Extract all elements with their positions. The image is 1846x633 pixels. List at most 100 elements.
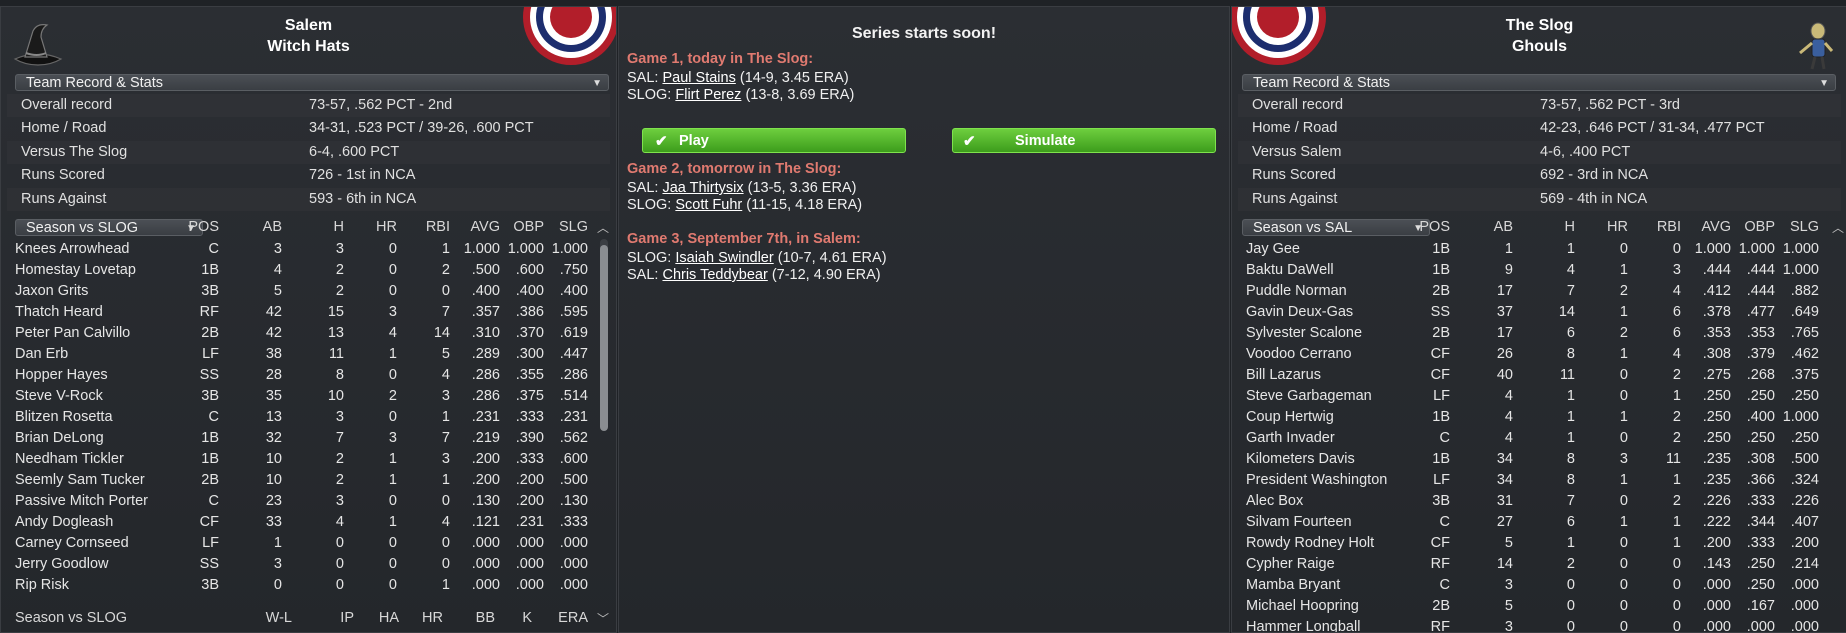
- batting-scrollbar[interactable]: [600, 239, 608, 431]
- player-name[interactable]: Gavin Deux-Gas: [1246, 302, 1353, 323]
- player-name[interactable]: Alec Box: [1246, 491, 1303, 512]
- table-row[interactable]: Passive Mitch Porter C 23 3 0 0 .130 .200 .130: [7, 491, 597, 512]
- player-name[interactable]: Hopper Hayes: [15, 365, 108, 386]
- player-name[interactable]: Seemly Sam Tucker: [15, 470, 145, 491]
- table-row[interactable]: Cypher Raige RF 14 2 0 0 .143 .250 .214: [1238, 554, 1828, 575]
- player-name[interactable]: Needham Tickler: [15, 449, 124, 470]
- column-header[interactable]: HA: [379, 608, 399, 629]
- pitcher-link[interactable]: Chris Teddybear: [662, 267, 767, 283]
- column-header[interactable]: W-L: [266, 608, 292, 629]
- table-row[interactable]: Puddle Norman 2B 17 7 2 4 .412 .444 .882: [1238, 281, 1828, 302]
- table-row[interactable]: Alec Box 3B 31 7 0 2 .226 .333 .226: [1238, 491, 1828, 512]
- team-record-dropdown[interactable]: Team Record & Stats ▼: [1242, 74, 1836, 91]
- table-row[interactable]: Seemly Sam Tucker 2B 10 2 1 1 .200 .200 .500: [7, 470, 597, 491]
- player-name[interactable]: Puddle Norman: [1246, 281, 1347, 302]
- column-header[interactable]: HR: [376, 217, 397, 238]
- column-header[interactable]: SLG: [559, 217, 588, 238]
- player-name[interactable]: Garth Invader: [1246, 428, 1335, 449]
- column-header[interactable]: IP: [340, 608, 354, 629]
- table-row[interactable]: Hopper Hayes SS 28 8 0 4 .286 .355 .286: [7, 365, 597, 386]
- column-header[interactable]: RBI: [426, 217, 450, 238]
- player-name[interactable]: President Washington: [1246, 470, 1387, 491]
- player-name[interactable]: Thatch Heard: [15, 302, 103, 323]
- table-row[interactable]: Garth Invader C 4 1 0 2 .250 .250 .250: [1238, 428, 1828, 449]
- player-name[interactable]: Bill Lazarus: [1246, 365, 1321, 386]
- player-name[interactable]: Peter Pan Calvillo: [15, 323, 130, 344]
- table-row[interactable]: President Washington LF 34 8 1 1 .235 .366 .324: [1238, 470, 1828, 491]
- play-button[interactable]: ✔ Play: [642, 128, 906, 153]
- player-name[interactable]: Rowdy Rodney Holt: [1246, 533, 1374, 554]
- player-name[interactable]: Silvam Fourteen: [1246, 512, 1352, 533]
- column-header[interactable]: AVG: [470, 217, 500, 238]
- table-row[interactable]: Sylvester Scalone 2B 17 6 2 6 .353 .353 .765: [1238, 323, 1828, 344]
- player-name[interactable]: Kilometers Davis: [1246, 449, 1355, 470]
- pitcher-link[interactable]: Paul Stains: [662, 70, 735, 86]
- column-header[interactable]: HR: [422, 608, 443, 629]
- table-row[interactable]: Carney Cornseed LF 1 0 0 0 .000 .000 .000: [7, 533, 597, 554]
- player-name[interactable]: Baktu DaWell: [1246, 260, 1334, 281]
- player-name[interactable]: Cypher Raige: [1246, 554, 1335, 575]
- table-row[interactable]: Dan Erb LF 38 11 1 5.289.300.447: [7, 344, 597, 365]
- player-name[interactable]: Jay Gee: [1246, 239, 1300, 260]
- table-row[interactable]: Gavin Deux-Gas SS 37 14 1 6 .378 .477 .649: [1238, 302, 1828, 323]
- column-header[interactable]: HR: [1607, 217, 1628, 238]
- simulate-button[interactable]: ✔ Simulate: [952, 128, 1216, 153]
- table-row[interactable]: Coup Hertwig 1B 4 1 1 2 .250 .400 1.000: [1238, 407, 1828, 428]
- table-row[interactable]: Jaxon Grits 3B 5 2 0 0 .400 .400 .400: [7, 281, 597, 302]
- table-row[interactable]: Jay Gee 1B 1 1 0 0 1.000 1.000 1.000: [1238, 239, 1828, 260]
- table-row[interactable]: Baktu DaWell 1B 9 4 1 3 .444 .444 1.000: [1238, 260, 1828, 281]
- table-row[interactable]: Mamba Bryant C 3 0 0 0 .000 .250 .000: [1238, 575, 1828, 596]
- table-row[interactable]: Thatch Heard RF 42 15 3 7 .357 .386 .595: [7, 302, 597, 323]
- player-name[interactable]: Voodoo Cerrano: [1246, 344, 1352, 365]
- column-header[interactable]: AVG: [1701, 217, 1731, 238]
- player-name[interactable]: Blitzen Rosetta: [15, 407, 113, 428]
- column-header[interactable]: K: [522, 608, 532, 629]
- column-header[interactable]: H: [334, 217, 344, 238]
- column-header[interactable]: H: [1565, 217, 1575, 238]
- table-row[interactable]: Michael Hoopring 2B 5 0 0 0 .000 .167 .000: [1238, 596, 1828, 617]
- player-name[interactable]: Steve V-Rock: [15, 386, 103, 407]
- pitcher-link[interactable]: Jaa Thirtysix: [662, 180, 743, 196]
- table-row[interactable]: Rip Risk 3B 0 0 0 1 .000 .000 .000: [7, 575, 597, 596]
- table-row[interactable]: Steve Garbageman LF 4 1 0 1 .250 .250 .250: [1238, 386, 1828, 407]
- column-header[interactable]: ERA: [558, 608, 588, 629]
- player-name[interactable]: Rip Risk: [15, 575, 69, 596]
- player-name[interactable]: Jaxon Grits: [15, 281, 88, 302]
- column-header[interactable]: OBP: [1744, 217, 1775, 238]
- scroll-up-icon[interactable]: ︿: [597, 219, 609, 236]
- player-name[interactable]: Mamba Bryant: [1246, 575, 1340, 596]
- column-header[interactable]: AB: [263, 217, 282, 238]
- scroll-down-icon[interactable]: ﹀: [597, 610, 609, 627]
- pitcher-link[interactable]: Isaiah Swindler: [675, 250, 773, 266]
- table-row[interactable]: Silvam Fourteen C 27 6 1 1 .222 .344 .407: [1238, 512, 1828, 533]
- player-name[interactable]: Homestay Lovetap: [15, 260, 136, 281]
- player-name[interactable]: Andy Dogleash: [15, 512, 113, 533]
- player-name[interactable]: Carney Cornseed: [15, 533, 129, 554]
- column-header[interactable]: POS: [188, 217, 219, 238]
- table-row[interactable]: Jerry Goodlow SS 3 0 0 0 .000 .000 .000: [7, 554, 597, 575]
- table-row[interactable]: Voodoo Cerrano CF 26 8 1 4 .308 .379 .462: [1238, 344, 1828, 365]
- table-row[interactable]: Steve V-Rock 3B 35 10 2 3 .286 .375 .514: [7, 386, 597, 407]
- table-row[interactable]: Rowdy Rodney Holt CF 5 1 0 1 .200 .333 .200: [1238, 533, 1828, 554]
- column-header[interactable]: SLG: [1790, 217, 1819, 238]
- player-name[interactable]: Brian DeLong: [15, 428, 104, 449]
- pitcher-link[interactable]: Scott Fuhr: [675, 197, 742, 213]
- column-header[interactable]: POS: [1419, 217, 1450, 238]
- table-row[interactable]: Peter Pan Calvillo 2B 42 13 4 14 .310 .370 .619: [7, 323, 597, 344]
- table-row[interactable]: Needham Tickler 1B 10 2 1 3 .200 .333 .600: [7, 449, 597, 470]
- table-row[interactable]: Kilometers Davis 1B 34 8 3 11 .235 .308 .500: [1238, 449, 1828, 470]
- player-name[interactable]: Passive Mitch Porter: [15, 491, 148, 512]
- table-row[interactable]: Brian DeLong 1B 32 7 3 7 .219 .390 .562: [7, 428, 597, 449]
- table-row[interactable]: Andy Dogleash CF 33 4 1 4 .121 .231 .333: [7, 512, 597, 533]
- table-row[interactable]: Bill Lazarus CF 40 11 0 2 .275 .268 .375: [1238, 365, 1828, 386]
- column-header[interactable]: OBP: [513, 217, 544, 238]
- player-name[interactable]: Dan Erb: [15, 344, 68, 365]
- column-header[interactable]: AB: [1494, 217, 1513, 238]
- player-name[interactable]: Jerry Goodlow: [15, 554, 108, 575]
- team-record-dropdown[interactable]: Team Record & Stats ▼: [15, 74, 609, 91]
- player-name[interactable]: Michael Hoopring: [1246, 596, 1359, 617]
- pitcher-link[interactable]: Flirt Perez: [675, 87, 741, 103]
- scroll-thumb[interactable]: [600, 245, 608, 431]
- player-name[interactable]: Steve Garbageman: [1246, 386, 1372, 407]
- column-header[interactable]: RBI: [1657, 217, 1681, 238]
